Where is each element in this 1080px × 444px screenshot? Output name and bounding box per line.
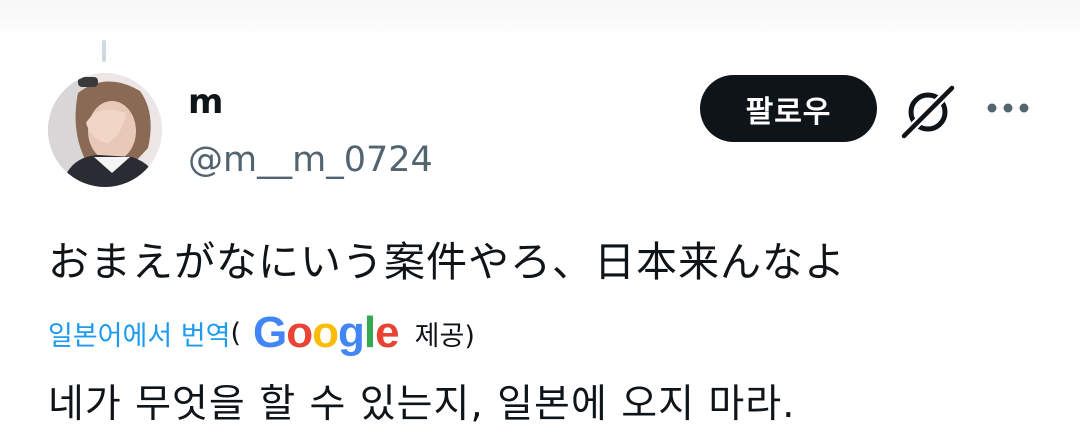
google-logo-letter: e (375, 308, 400, 357)
more-icon[interactable] (986, 95, 1030, 121)
google-logo-letter: o (286, 308, 313, 357)
provided-by-label: 제공) (414, 320, 475, 352)
google-logo-letter: G (253, 308, 287, 357)
user-handle[interactable]: @m__m_0724 (188, 137, 433, 183)
thread-connector-line (102, 40, 106, 62)
google-logo-letter: o (312, 308, 339, 357)
google-logo: Google (253, 308, 400, 358)
previous-post-fade (0, 0, 1080, 40)
tweet-text: おまえがなにいう案件やろ、日本来んなよ (48, 238, 846, 286)
google-logo-letter: l (363, 308, 376, 357)
paren-open: ( (230, 317, 242, 349)
profile-photo-icon (48, 73, 162, 187)
translated-tweet-text: 네가 무엇을 할 수 있는지, 일본에 오지 마라. (48, 382, 796, 427)
follow-button[interactable]: 팔로우 (700, 75, 877, 142)
google-logo-letter: g (338, 308, 365, 357)
avatar[interactable] (48, 73, 162, 187)
translation-attribution: 일본어에서 번역 ( Google 제공) (48, 308, 475, 358)
display-name[interactable]: m (188, 80, 223, 124)
grok-icon[interactable] (900, 84, 956, 140)
translate-link[interactable]: 일본어에서 번역 (48, 314, 230, 353)
